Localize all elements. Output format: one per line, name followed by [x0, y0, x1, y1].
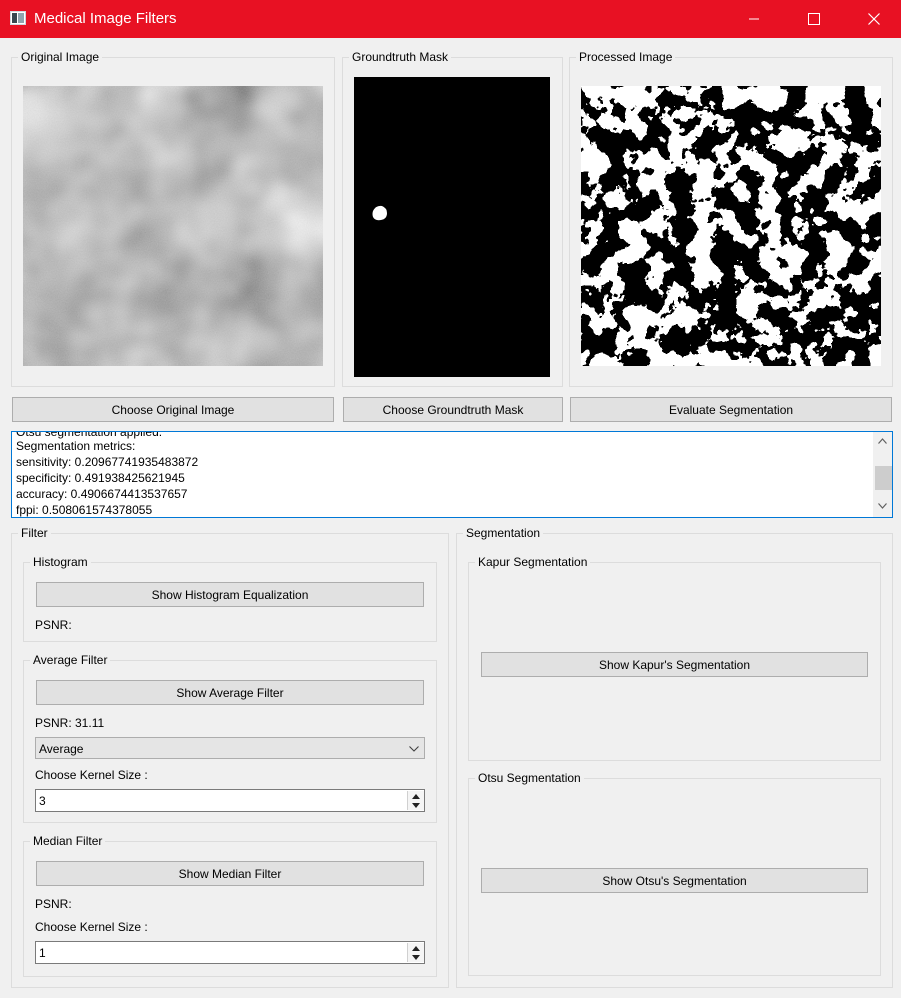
show-average-filter-button[interactable]: Show Average Filter — [36, 680, 424, 705]
maximize-icon — [808, 13, 820, 25]
scroll-down-icon[interactable] — [878, 503, 887, 509]
median-kernel-size-spinbox[interactable]: 1 — [35, 941, 425, 964]
evaluate-segmentation-button[interactable]: Evaluate Segmentation — [570, 397, 892, 422]
processed-image-title: Processed Image — [576, 50, 676, 64]
show-kapur-segmentation-button[interactable]: Show Kapur's Segmentation — [481, 652, 868, 677]
average-kernel-value: 3 — [39, 794, 46, 808]
original-image-title: Original Image — [18, 50, 103, 64]
spin-down-icon[interactable] — [412, 803, 420, 808]
groundtruth-mask-title: Groundtruth Mask — [349, 50, 452, 64]
processed-image — [581, 86, 881, 366]
choose-groundtruth-mask-button[interactable]: Choose Groundtruth Mask — [343, 397, 563, 422]
close-button[interactable] — [851, 0, 897, 38]
histogram-title: Histogram — [30, 555, 91, 569]
spin-buttons[interactable] — [407, 791, 424, 810]
show-median-filter-button[interactable]: Show Median Filter — [36, 861, 424, 886]
scroll-thumb[interactable] — [875, 466, 892, 490]
log-line: specificity: 0.491938425621945 — [16, 471, 185, 485]
log-line: fppi: 0.508061574378055 — [16, 503, 153, 517]
chevron-down-icon — [409, 746, 419, 752]
groundtruth-mask-image — [354, 77, 550, 377]
median-filter-title: Median Filter — [30, 834, 106, 848]
average-filter-title: Average Filter — [30, 653, 111, 667]
minimize-icon — [749, 18, 759, 20]
log-line: accuracy: 0.4906674413537657 — [16, 487, 188, 501]
filter-title: Filter — [18, 526, 51, 540]
spin-up-icon[interactable] — [412, 794, 420, 799]
histogram-psnr-label: PSNR: — [35, 618, 72, 632]
scroll-up-icon[interactable] — [878, 438, 887, 444]
choose-original-image-button[interactable]: Choose Original Image — [12, 397, 334, 422]
spin-buttons[interactable] — [407, 943, 424, 962]
minimize-button[interactable] — [731, 0, 777, 38]
median-kernel-value: 1 — [39, 946, 46, 960]
segmentation-title: Segmentation — [463, 526, 544, 540]
app-icon — [10, 11, 26, 25]
spin-up-icon[interactable] — [412, 946, 420, 951]
average-psnr-label: PSNR: 31.11 — [35, 716, 105, 730]
spin-down-icon[interactable] — [412, 955, 420, 960]
log-line: Segmentation metrics: — [16, 439, 136, 453]
window-title: Medical Image Filters — [34, 10, 177, 27]
average-type-select[interactable]: Average — [35, 737, 425, 759]
log-scrollbar[interactable] — [873, 432, 892, 517]
log-textarea[interactable]: Otsu segmentation applied. Segmentation … — [11, 431, 893, 518]
median-kernel-label: Choose Kernel Size : — [35, 920, 148, 934]
log-line: sensitivity: 0.20967741935483872 — [16, 455, 199, 469]
kapur-segmentation-title: Kapur Segmentation — [475, 555, 591, 569]
otsu-segmentation-title: Otsu Segmentation — [475, 771, 584, 785]
average-type-value: Average — [39, 742, 84, 756]
show-histogram-equalization-button[interactable]: Show Histogram Equalization — [36, 582, 424, 607]
average-kernel-label: Choose Kernel Size : — [35, 768, 148, 782]
maximize-button[interactable] — [791, 0, 837, 38]
median-psnr-label: PSNR: — [35, 897, 72, 911]
close-icon — [868, 13, 880, 25]
show-otsu-segmentation-button[interactable]: Show Otsu's Segmentation — [481, 868, 868, 893]
title-bar[interactable]: Medical Image Filters — [0, 0, 901, 38]
original-image — [23, 86, 323, 366]
average-kernel-size-spinbox[interactable]: 3 — [35, 789, 425, 812]
